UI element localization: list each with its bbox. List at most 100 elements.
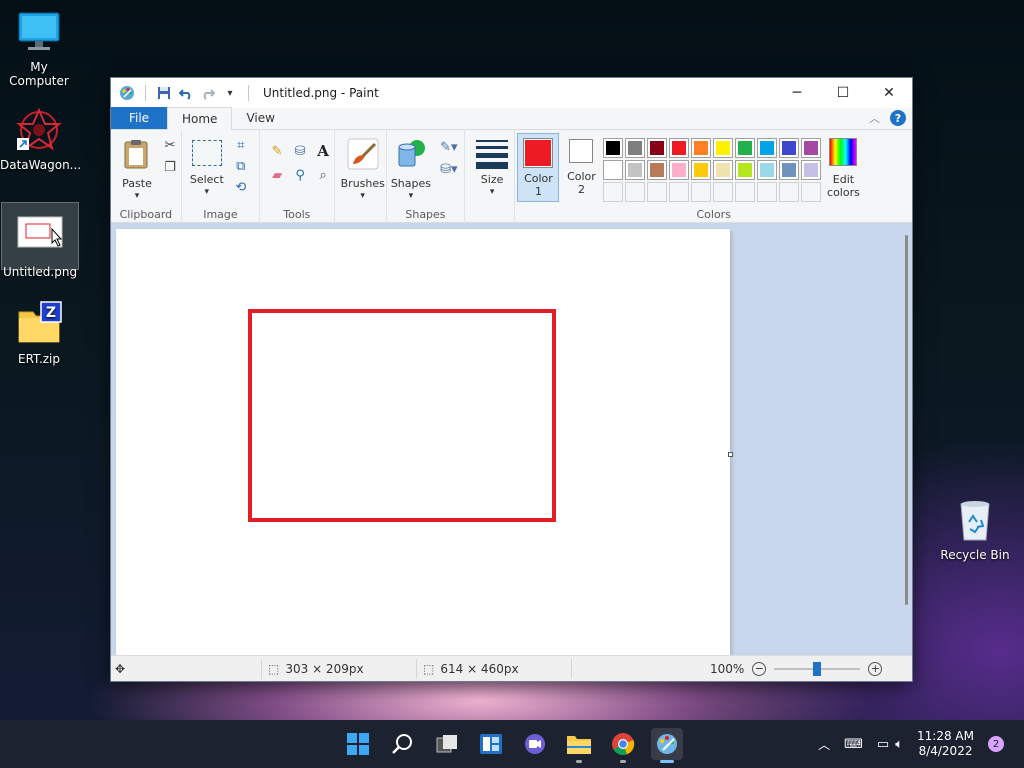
palette-swatch[interactable] [669,160,690,180]
desktop-icon-datawagon[interactable]: DataWagon... [0,106,81,172]
canvas-area[interactable] [111,223,912,656]
widgets-button[interactable] [475,728,507,760]
tab-file[interactable]: File [111,107,167,129]
desktop-icon-ert-zip[interactable]: Z ERT.zip [0,300,78,366]
magnifier-icon[interactable]: ⌕ [314,166,332,184]
tab-view[interactable]: View [232,107,288,129]
copy-icon[interactable]: ❐ [161,158,179,176]
show-hidden-icons-chevron-icon[interactable]: ︿ [818,736,830,753]
paint-window[interactable]: ▾ Untitled.png - Paint ─ ☐ ✕ File Home V… [110,77,913,682]
palette-swatch[interactable] [735,138,756,158]
start-button[interactable] [342,728,374,760]
vertical-scrollbar[interactable] [905,235,908,605]
palette-swatch[interactable] [779,138,800,158]
zoom-in-button[interactable]: + [868,661,883,676]
size-button[interactable]: Size ▾ [471,138,513,199]
paste-dropdown-icon[interactable]: ▾ [119,190,155,203]
paint-taskbar-button[interactable] [651,728,683,763]
eraser-icon[interactable]: ▰ [268,166,286,184]
volume-icon[interactable]: 🔈︎ [895,737,903,752]
custom-color-slot[interactable] [647,182,668,202]
custom-color-slot[interactable] [801,182,822,202]
custom-color-slot[interactable] [625,182,646,202]
search-button[interactable] [387,728,419,760]
help-icon[interactable]: ? [890,110,906,126]
zoom-slider[interactable] [774,661,861,676]
brushes-dropdown-icon[interactable]: ▾ [341,190,385,203]
clock[interactable]: 11:28 AM 8/4/2022 [917,729,974,759]
minimize-button[interactable]: ─ [774,78,820,108]
custom-color-slot[interactable] [735,182,756,202]
zoom-out-button[interactable]: − [752,661,767,676]
color2-button[interactable]: Color 2 [563,137,599,196]
custom-color-slot[interactable] [757,182,778,202]
tab-home[interactable]: Home [167,107,233,130]
palette-swatch[interactable] [757,160,778,180]
chrome-button[interactable] [607,728,639,763]
custom-color-slot[interactable] [691,182,712,202]
resize-icon[interactable]: ⧉ [232,157,250,175]
redo-icon[interactable] [200,85,216,101]
palette-swatch[interactable] [669,138,690,158]
palette-swatch[interactable] [603,138,624,158]
palette-swatch[interactable] [625,138,646,158]
rotate-icon[interactable]: ⟲ [232,178,250,196]
custom-color-slot[interactable] [603,182,624,202]
palette-swatch[interactable] [757,138,778,158]
size-dropdown-icon[interactable]: ▾ [471,186,513,199]
brushes-button[interactable]: Brushes ▾ [341,138,385,203]
drawing-canvas[interactable] [116,229,730,656]
paste-button[interactable]: Paste ▾ [119,138,155,203]
palette-swatch[interactable] [713,138,734,158]
palette-swatch[interactable] [801,160,822,180]
select-button[interactable]: Select ▾ [190,138,224,199]
save-icon[interactable] [156,85,172,101]
palette-swatch[interactable] [801,138,822,158]
notification-badge[interactable]: 2 [988,736,1004,752]
fill-icon[interactable]: ⛁▾ [437,160,461,178]
palette-swatch[interactable] [647,138,668,158]
text-tool-icon[interactable]: A [314,142,332,160]
palette-swatch[interactable] [603,160,624,180]
red-rectangle-shape[interactable] [248,309,556,522]
customize-toolbar-dropdown-icon[interactable]: ▾ [222,85,238,101]
desktop-icon-recycle-bin[interactable]: Recycle Bin [936,496,1014,562]
keyboard-icon[interactable]: ⌨ [844,737,863,752]
palette-swatch[interactable] [713,160,734,180]
custom-color-slot[interactable] [779,182,800,202]
zoom-slider-thumb[interactable] [813,661,822,676]
file-explorer-button[interactable] [563,728,595,763]
chat-button[interactable] [519,728,551,760]
pencil-icon[interactable]: ✎ [268,142,286,160]
task-view-button[interactable] [431,728,463,760]
maximize-button[interactable]: ☐ [820,78,866,108]
select-dropdown-icon[interactable]: ▾ [190,186,224,199]
close-button[interactable]: ✕ [866,78,912,108]
custom-color-slot[interactable] [713,182,734,202]
network-icon[interactable]: ▭ [877,737,889,752]
palette-swatch[interactable] [779,160,800,180]
shapes-dropdown-icon[interactable]: ▾ [391,190,431,203]
color-picker-icon[interactable]: ⚲ [291,166,309,184]
palette-swatch[interactable] [691,160,712,180]
image-group: Select ▾ ⌗ ⧉ ⟲ Image [182,130,261,223]
collapse-ribbon-icon[interactable]: ︿ [869,110,880,126]
undo-icon[interactable] [178,85,194,101]
palette-swatch[interactable] [691,138,712,158]
crop-icon[interactable]: ⌗ [232,136,250,154]
taskbar: ︿ ⌨ ▭ 🔈︎ 11:28 AM 8/4/2022 2 [0,720,1024,768]
shapes-button[interactable]: Shapes ▾ [391,138,431,203]
palette-swatch[interactable] [647,160,668,180]
canvas-resize-handle-right[interactable] [728,452,733,457]
palette-swatch[interactable] [625,160,646,180]
custom-color-slot[interactable] [669,182,690,202]
palette-swatch[interactable] [735,160,756,180]
title-bar[interactable]: ▾ Untitled.png - Paint ─ ☐ ✕ [111,78,912,108]
cut-icon[interactable]: ✂ [161,136,179,154]
edit-colors-button[interactable]: Edit colors [823,138,863,199]
desktop-icon-untitled-png[interactable]: Untitled.png [1,202,79,279]
outline-icon[interactable]: ✎▾ [437,138,461,156]
desktop-icon-my-computer[interactable]: My Computer [0,8,78,88]
fill-bucket-icon[interactable]: ⛁ [291,142,309,160]
color1-button[interactable]: Color 1 [517,133,560,202]
